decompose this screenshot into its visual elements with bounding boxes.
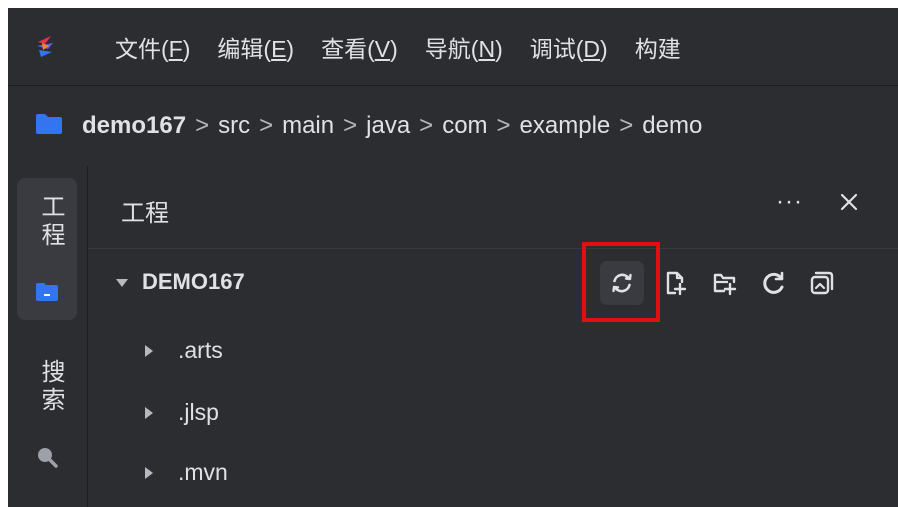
new-folder-button[interactable] bbox=[703, 261, 747, 305]
menu-build[interactable]: 构建 bbox=[635, 30, 681, 64]
panel-header: 工程 ··· bbox=[88, 166, 898, 249]
project-panel: 工程 ··· DEMO167 .arts .jlsp .mvn bbox=[88, 166, 898, 507]
breadcrumb-separator: > bbox=[195, 112, 210, 139]
app-logo-icon[interactable] bbox=[32, 33, 58, 59]
panel-title: 工程 bbox=[121, 200, 169, 227]
collapse-all-button[interactable] bbox=[800, 261, 844, 305]
tree-item[interactable]: .jlsp bbox=[88, 383, 898, 443]
breadcrumb-separator: > bbox=[343, 112, 358, 139]
breadcrumb-root[interactable]: demo167 bbox=[82, 112, 186, 140]
chevron-down-icon[interactable] bbox=[115, 278, 129, 288]
tree-item-label: .jlsp bbox=[178, 399, 219, 425]
menu-edit[interactable]: 编辑(E) bbox=[217, 30, 294, 64]
chevron-right-icon[interactable] bbox=[144, 406, 154, 420]
reload-icon bbox=[763, 271, 784, 294]
search-tool-button[interactable]: 搜索 bbox=[17, 353, 77, 483]
breadcrumb: demo167 > src > main > java > com > exam… bbox=[8, 86, 898, 166]
breadcrumb-separator: > bbox=[259, 112, 274, 139]
breadcrumb-separator: > bbox=[496, 112, 511, 139]
tree-item-label: .mvn bbox=[178, 459, 228, 485]
more-options-button[interactable]: ··· bbox=[776, 188, 803, 216]
collapse-all-icon bbox=[810, 271, 834, 295]
project-tool-label: 工程 bbox=[37, 194, 64, 250]
project-root-row[interactable]: DEMO167 bbox=[88, 242, 898, 322]
tree-item[interactable]: .mvn bbox=[88, 443, 898, 503]
menu-debug[interactable]: 调试(D) bbox=[530, 30, 608, 64]
breadcrumb-separator: > bbox=[619, 112, 634, 139]
reload-button[interactable] bbox=[752, 261, 796, 305]
tree-item-label: .arts bbox=[178, 337, 223, 363]
breadcrumb-segment-example[interactable]: example bbox=[520, 112, 611, 140]
close-icon[interactable] bbox=[837, 190, 861, 214]
menu-navigate[interactable]: 导航(N) bbox=[425, 30, 503, 64]
highlight-box bbox=[582, 242, 660, 322]
project-tool-button[interactable]: 工程 bbox=[17, 178, 77, 320]
menu-file[interactable]: 文件(F) bbox=[115, 30, 190, 64]
search-icon bbox=[38, 448, 58, 468]
menu-view[interactable]: 查看(V) bbox=[321, 30, 398, 64]
breadcrumb-segment-java[interactable]: java bbox=[366, 112, 410, 140]
chevron-right-icon[interactable] bbox=[144, 344, 154, 358]
project-root-label: DEMO167 bbox=[142, 269, 245, 294]
breadcrumb-segment-demo[interactable]: demo bbox=[642, 112, 702, 140]
new-file-icon bbox=[666, 271, 687, 296]
search-tool-label: 搜索 bbox=[37, 359, 64, 415]
folder-icon bbox=[36, 114, 62, 134]
tree-item[interactable]: .arts bbox=[88, 321, 898, 381]
menu-bar: 文件(F) 编辑(E) 查看(V) 导航(N) 调试(D) 构建 bbox=[8, 8, 898, 85]
menu-items: 文件(F) 编辑(E) 查看(V) 导航(N) 调试(D) 构建 bbox=[115, 8, 708, 85]
ide-window: 文件(F) 编辑(E) 查看(V) 导航(N) 调试(D) 构建 demo167… bbox=[8, 8, 898, 507]
breadcrumb-path: demo167 > src > main > java > com > exam… bbox=[82, 86, 702, 166]
breadcrumb-segment-src[interactable]: src bbox=[218, 112, 250, 140]
chevron-right-icon[interactable] bbox=[144, 466, 154, 480]
breadcrumb-segment-com[interactable]: com bbox=[442, 112, 487, 140]
breadcrumb-separator: > bbox=[419, 112, 434, 139]
folder-icon bbox=[36, 283, 58, 301]
new-file-button[interactable] bbox=[654, 261, 698, 305]
breadcrumb-segment-main[interactable]: main bbox=[282, 112, 334, 140]
new-folder-icon bbox=[713, 273, 737, 296]
